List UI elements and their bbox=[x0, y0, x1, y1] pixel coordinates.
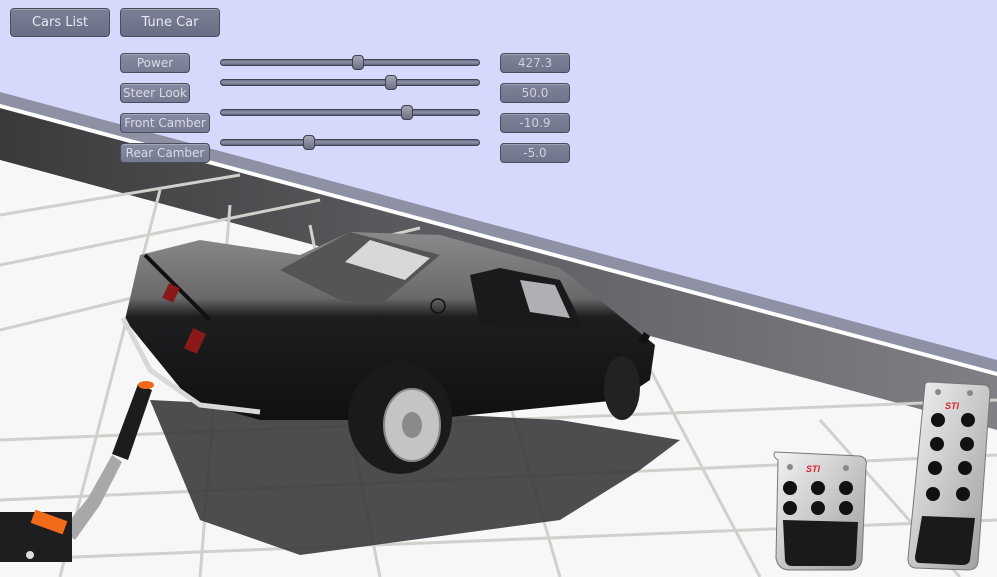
car-rear-hub-center bbox=[402, 412, 422, 438]
car-front-wheel bbox=[604, 356, 640, 420]
front-camber-slider-thumb[interactable] bbox=[400, 105, 413, 120]
front-camber-slider[interactable] bbox=[220, 105, 480, 120]
cars-list-button[interactable]: Cars List bbox=[10, 8, 110, 37]
brake-pedal: STI bbox=[773, 451, 867, 571]
power-value: 427.3 bbox=[500, 53, 570, 73]
brake-pedal-rubber bbox=[783, 520, 858, 566]
handbrake-bolt bbox=[26, 551, 34, 559]
steer-look-slider-thumb[interactable] bbox=[385, 75, 398, 90]
rear-camber-label: Rear Camber bbox=[120, 143, 210, 163]
front-camber-label: Front Camber bbox=[120, 113, 210, 133]
handbrake-cap bbox=[138, 381, 154, 389]
brake-pedal-screw-right bbox=[843, 465, 849, 471]
power-label: Power bbox=[120, 53, 190, 73]
power-slider[interactable] bbox=[220, 55, 480, 70]
gas-pedal-logo: STI bbox=[945, 401, 960, 411]
steer-look-value: 50.0 bbox=[500, 83, 570, 103]
gas-pedal-rubber bbox=[915, 516, 975, 565]
front-camber-value: -10.9 bbox=[500, 113, 570, 133]
rear-camber-value: -5.0 bbox=[500, 143, 570, 163]
tune-car-button[interactable]: Tune Car bbox=[120, 8, 220, 37]
rear-camber-slider[interactable] bbox=[220, 135, 480, 150]
gas-pedal-screw-left bbox=[935, 389, 941, 395]
brake-pedal-logo: STI bbox=[806, 464, 821, 474]
steer-look-slider[interactable] bbox=[220, 75, 480, 90]
gas-pedal-screw-right bbox=[967, 390, 973, 396]
brake-pedal-screw-left bbox=[787, 464, 793, 470]
power-slider-thumb[interactable] bbox=[351, 55, 364, 70]
rear-camber-slider-thumb[interactable] bbox=[302, 135, 315, 150]
steer-look-label: Steer Look bbox=[120, 83, 190, 103]
